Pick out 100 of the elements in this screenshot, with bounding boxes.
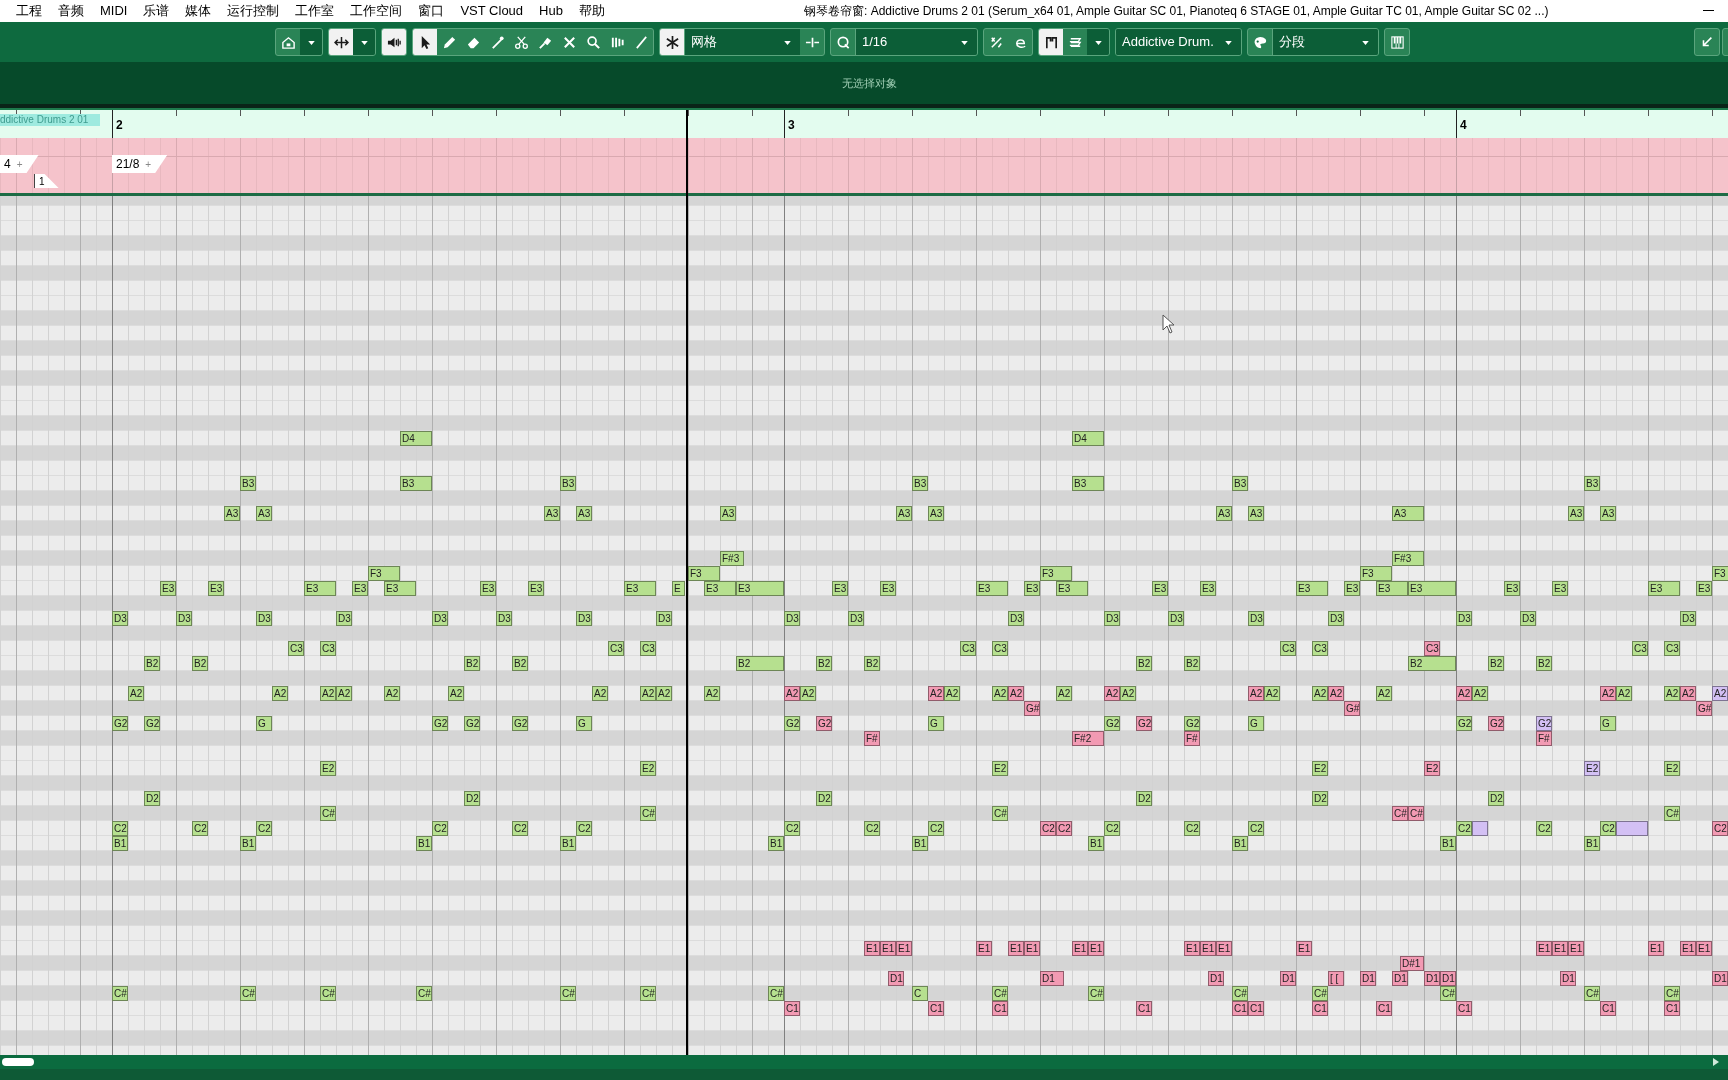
midi-note[interactable]: G2 [112,716,128,731]
midi-note[interactable]: E2 [992,761,1008,776]
midi-note[interactable]: A3 [1392,506,1424,521]
midi-note[interactable]: G2 [816,716,832,731]
midi-note[interactable]: A2 [1600,686,1616,701]
midi-note[interactable]: C2 [192,821,208,836]
midi-note[interactable]: C2 [1456,821,1472,836]
midi-note[interactable]: D1 [1392,971,1408,986]
midi-note[interactable]: A2 [336,686,352,701]
midi-note[interactable]: G2 [784,716,800,731]
midi-note[interactable]: F#2 [1072,731,1104,746]
midi-note[interactable]: A2 [1120,686,1136,701]
dropdown[interactable]: 1/16 [855,29,977,55]
midi-note[interactable]: A2 [928,686,944,701]
midi-note[interactable]: D2 [816,791,832,806]
midi-note[interactable]: A2 [128,686,144,701]
midi-note[interactable]: E1 [1008,941,1024,956]
midi-note[interactable]: G2 [432,716,448,731]
menu-item[interactable]: MIDI [98,1,130,21]
dropdown[interactable]: 网格 [684,29,800,55]
midi-note[interactable]: A2 [1056,686,1072,701]
midi-note[interactable]: C2 [864,821,880,836]
midi-note[interactable]: C1 [1136,1001,1152,1016]
midi-note[interactable]: A3 [224,506,240,521]
midi-note[interactable]: B2 [864,656,880,671]
midi-note[interactable]: B1 [416,836,432,851]
midi-note[interactable]: C2 [1104,821,1120,836]
midi-note[interactable]: G2 [1456,716,1472,731]
midi-note[interactable]: D3 [1008,611,1024,626]
midi-note[interactable]: C1 [1664,1001,1680,1016]
midi-note[interactable] [1616,821,1648,836]
midi-note[interactable]: E1 [1216,941,1232,956]
midi-note[interactable]: E3 [1408,581,1456,596]
midi-note[interactable]: C3 [992,641,1008,656]
midi-note[interactable]: A3 [256,506,272,521]
tool-button[interactable] [1039,29,1063,55]
midi-note[interactable]: C# [768,986,784,1001]
midi-note[interactable]: C3 [1312,641,1328,656]
midi-note[interactable]: E3 [528,581,544,596]
midi-note[interactable]: E3 [1344,581,1360,596]
midi-note[interactable]: F# [1536,731,1552,746]
midi-note[interactable]: A2 [640,686,656,701]
midi-note[interactable]: C# [320,986,336,1001]
midi-note[interactable]: C# [1312,986,1328,1001]
midi-note[interactable]: C# [240,986,256,1001]
midi-note[interactable]: C2 [1536,821,1552,836]
midi-note[interactable]: D1 [1360,971,1376,986]
midi-note[interactable]: A2 [1328,686,1344,701]
midi-note[interactable]: B1 [1584,836,1600,851]
midi-note[interactable]: E3 [1504,581,1520,596]
midi-note[interactable]: C# [320,806,336,821]
midi-note[interactable]: B2 [816,656,832,671]
midi-note[interactable]: B2 [1408,656,1456,671]
midi-note[interactable]: D3 [1248,611,1264,626]
midi-note[interactable]: C# [1584,986,1600,1001]
midi-note[interactable]: C1 [1456,1001,1472,1016]
midi-note[interactable]: A2 [384,686,400,701]
midi-note[interactable]: C2 [112,821,128,836]
midi-note[interactable]: C [912,986,928,1001]
menu-item[interactable]: 乐谱 [141,1,172,21]
midi-note[interactable]: E1 [1184,941,1200,956]
midi-note[interactable]: E1 [1024,941,1040,956]
midi-note[interactable]: E3 [304,581,336,596]
midi-note[interactable]: B1 [768,836,784,851]
midi-note[interactable]: E1 [880,941,896,956]
midi-note[interactable]: C2 [1184,821,1200,836]
midi-note[interactable]: A2 [1264,686,1280,701]
midi-note[interactable]: A2 [944,686,960,701]
midi-note[interactable]: E3 [1056,581,1088,596]
midi-note[interactable]: A3 [576,506,592,521]
midi-note[interactable]: E1 [1200,941,1216,956]
scrollbar-thumb[interactable] [2,1058,34,1066]
add-handle[interactable]: + [145,156,152,172]
midi-note[interactable]: A2 [272,686,288,701]
midi-note[interactable]: A3 [1216,506,1232,521]
midi-note[interactable]: B1 [1088,836,1104,851]
midi-note[interactable]: B1 [1232,836,1248,851]
midi-note[interactable]: G2 [464,716,480,731]
midi-note[interactable]: C# [1392,806,1408,821]
midi-note[interactable]: B3 [912,476,928,491]
midi-note[interactable]: B3 [1232,476,1248,491]
midi-note[interactable]: C3 [1664,641,1680,656]
midi-note[interactable]: C3 [288,641,304,656]
midi-note[interactable]: C2 [1056,821,1072,836]
midi-note[interactable]: B2 [144,656,160,671]
midi-note[interactable]: F#3 [1392,551,1424,566]
midi-note[interactable]: C1 [992,1001,1008,1016]
midi-note[interactable]: E [672,581,685,596]
menu-item[interactable]: Hub [537,1,565,21]
midi-note[interactable]: A2 [992,686,1008,701]
midi-note[interactable]: D2 [144,791,160,806]
midi-note[interactable]: A3 [928,506,944,521]
midi-note[interactable]: D3 [1456,611,1472,626]
midi-note[interactable]: C# [416,986,432,1001]
midi-note[interactable]: [ [ [1328,971,1344,986]
midi-note[interactable]: G2 [1536,716,1552,731]
midi-note[interactable]: E3 [1200,581,1216,596]
midi-note[interactable]: D3 [1168,611,1184,626]
midi-note[interactable]: E3 [208,581,224,596]
midi-note[interactable]: D1 [1440,971,1456,986]
